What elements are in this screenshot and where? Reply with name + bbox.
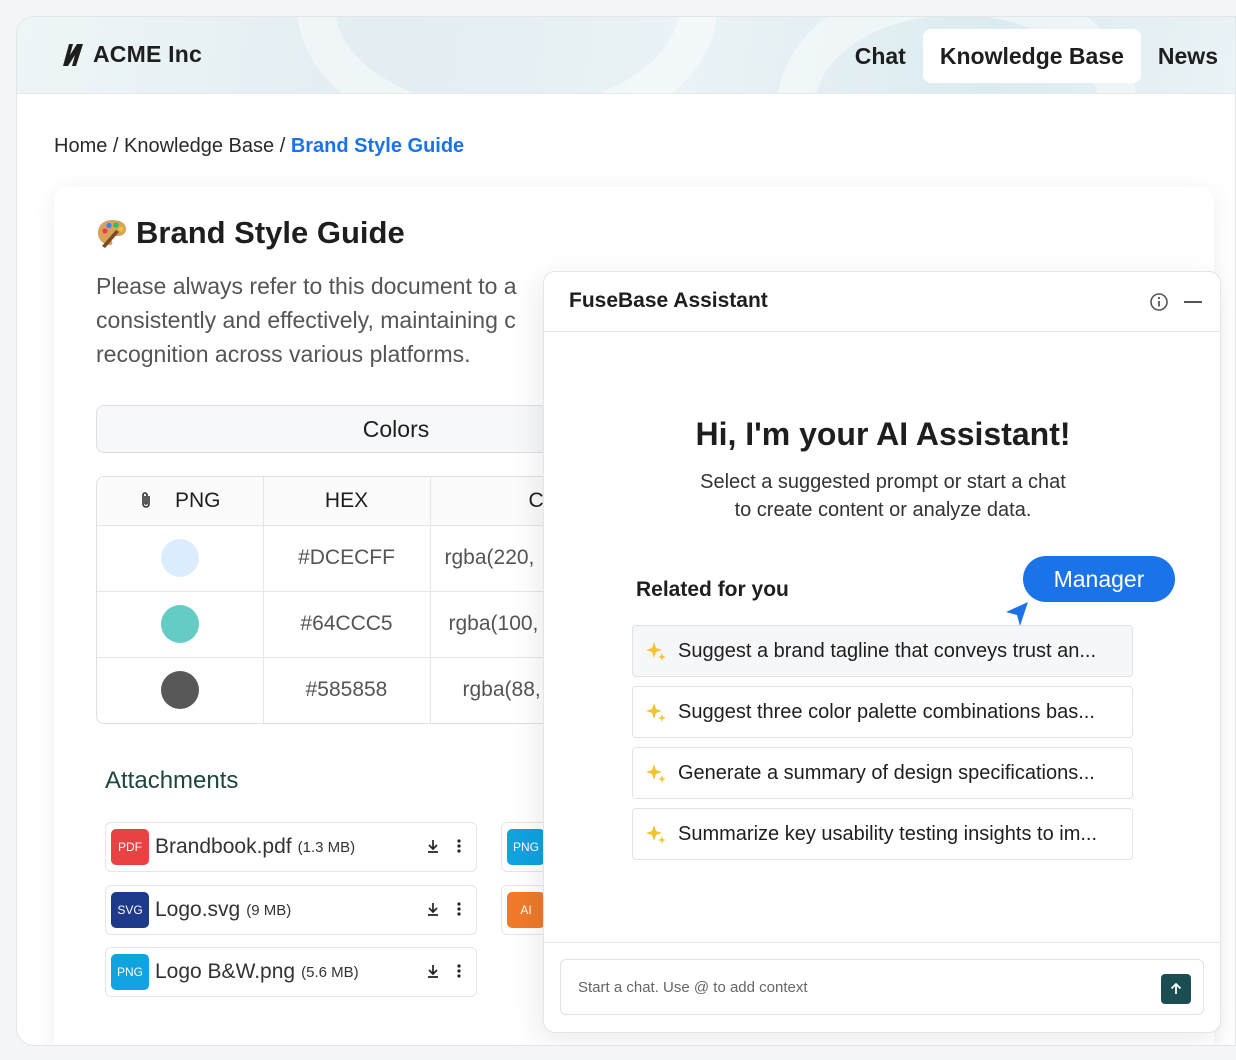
download-icon[interactable] [426,900,440,918]
prompt-text: Suggest three color palette combinations… [678,700,1095,723]
related-heading: Related for you [636,578,789,601]
file-name: Logo.svg [155,898,241,921]
chat-input[interactable] [560,959,1204,1015]
minimize-icon[interactable] [1184,301,1202,303]
assistant-title: FuseBase Assistant [569,289,768,312]
color-swatch [160,539,199,577]
attachment-file[interactable]: PNG Logo B&W.png (5.6 MB) [105,947,477,997]
hex-cell: #DCECFF [263,525,431,592]
breadcrumb-separator: / [274,135,291,157]
svg-file-icon: SVG [111,892,149,928]
png-file-icon: PNG [111,954,149,990]
download-icon[interactable] [426,837,440,855]
file-size: (1.3 MB) [297,838,356,856]
more-options-icon[interactable] [452,900,466,918]
file-name: Logo B&W.png [155,960,296,983]
pointer-cursor-icon [1006,602,1028,626]
png-file-icon: PNG [507,829,545,865]
breadcrumb-separator: / [107,135,125,157]
sparkle-icon [646,642,666,661]
column-header-hex: HEX [263,477,431,526]
hex-cell: #64CCC5 [263,591,431,658]
suggested-prompt[interactable]: Generate a summary of design specificati… [632,747,1133,799]
file-name: Brandbook.pdf [155,835,292,858]
sparkle-icon [646,825,666,844]
suggested-prompt[interactable]: Suggest a brand tagline that conveys tru… [632,625,1133,677]
sparkle-icon [646,764,666,783]
prompt-text: Generate a summary of design specificati… [678,761,1095,784]
download-icon[interactable] [426,962,440,980]
assistant-header: FuseBase Assistant [544,272,1220,332]
more-options-icon[interactable] [452,962,466,980]
file-size: (9 MB) [246,901,292,919]
breadcrumb-home[interactable]: Home [54,135,107,157]
attachments-heading: Attachments [105,767,239,794]
brand-logo[interactable]: ACME Inc [61,41,202,68]
nav-news[interactable]: News [1141,29,1235,83]
assistant-subtext: Select a suggested prompt or start a cha… [700,471,1066,521]
pdf-file-icon: PDF [111,829,149,865]
ai-file-icon: AI [507,892,545,928]
info-icon[interactable] [1149,292,1169,312]
breadcrumb: Home / Knowledge Base / Brand Style Guid… [54,135,464,158]
page-title-text: Brand Style Guide [136,215,405,250]
send-button[interactable] [1161,974,1191,1004]
color-swatch [160,671,199,710]
assistant-footer [544,942,1220,1032]
column-header-png: PNG [97,477,264,526]
suggested-prompt[interactable]: Suggest three color palette combinations… [632,686,1133,738]
arrow-up-icon [1170,982,1182,994]
breadcrumb-current: Brand Style Guide [290,135,465,157]
prompt-text: Suggest a brand tagline that conveys tru… [678,639,1097,662]
prompt-text: Summarize key usability testing insights… [678,822,1098,845]
ai-assistant-panel: FuseBase Assistant Hi, I'm your AI Assis… [543,271,1221,1033]
more-options-icon[interactable] [452,837,466,855]
main-nav: Chat Knowledge Base News [838,29,1235,83]
breadcrumb-knowledge-base[interactable]: Knowledge Base [124,135,274,157]
acme-logo-icon [63,43,83,66]
app-window: ACME Inc Chat Knowledge Base News Home /… [16,16,1236,1046]
page-title: Brand Style Guide [96,215,405,251]
paperclip-icon [142,491,150,508]
hex-cell: #585858 [263,657,431,723]
file-size: (5.6 MB) [301,963,359,981]
brand-name: ACME Inc [93,41,202,67]
suggested-prompt[interactable]: Summarize key usability testing insights… [632,808,1133,860]
nav-chat[interactable]: Chat [838,29,923,83]
sparkle-icon [646,703,666,722]
top-navigation-bar: ACME Inc Chat Knowledge Base News [17,17,1235,94]
swatch-cell [97,657,264,723]
swatch-cell [97,591,264,658]
assistant-greeting: Hi, I'm your AI Assistant! [695,416,1071,452]
swatch-cell [97,525,264,592]
collaborator-cursor-label: Manager [1023,556,1175,602]
palette-icon [98,220,126,248]
attachment-file[interactable]: PDF Brandbook.pdf (1.3 MB) [105,822,477,872]
color-swatch [160,605,199,643]
nav-knowledge-base[interactable]: Knowledge Base [922,29,1141,83]
attachment-file[interactable]: SVG Logo.svg (9 MB) [105,885,477,935]
